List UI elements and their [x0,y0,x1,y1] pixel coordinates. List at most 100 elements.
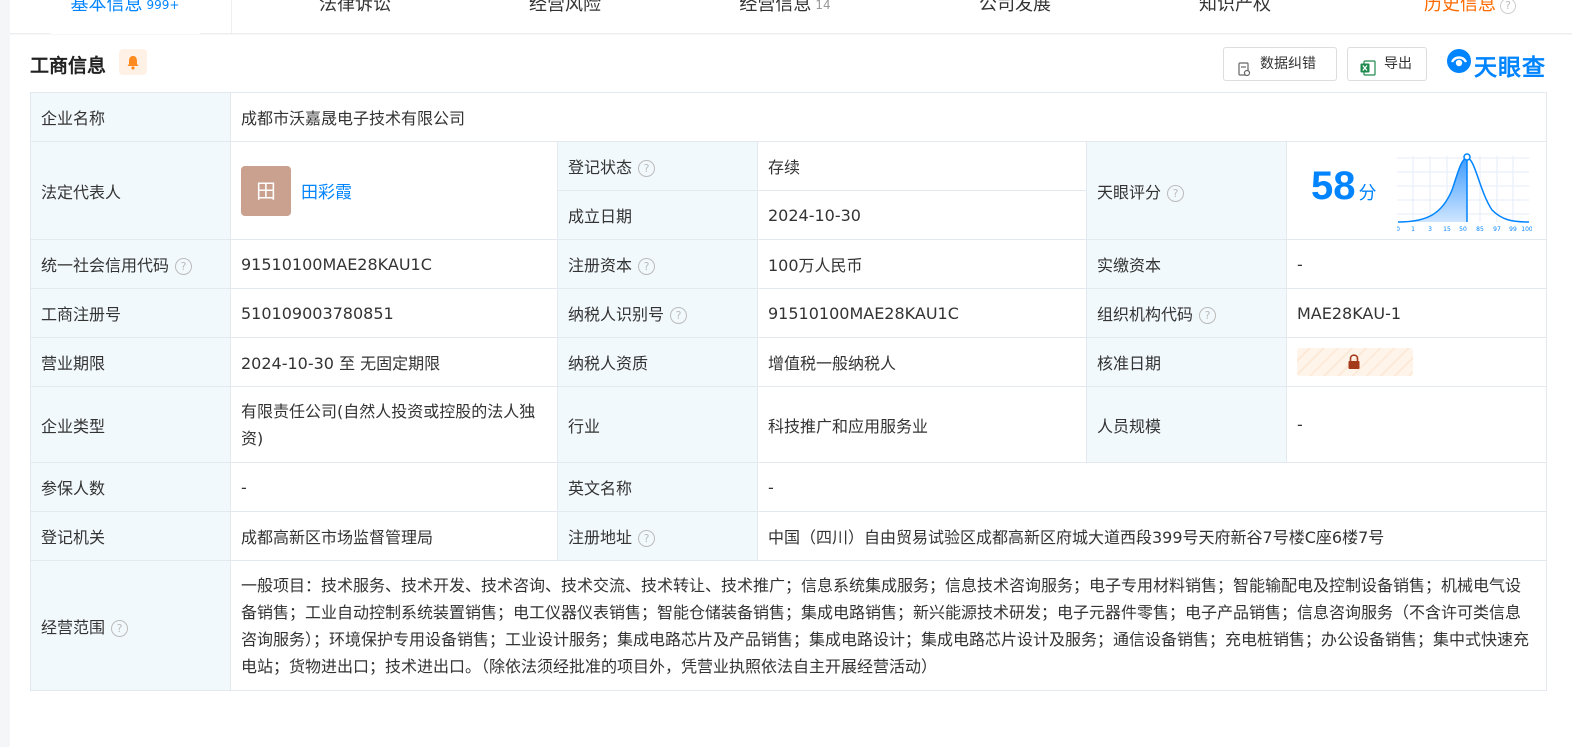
eye-logo-icon [1447,49,1471,73]
button-label: 数据纠错 [1260,56,1316,72]
reg-address-label: 注册地址? [557,511,758,561]
locked-value[interactable] [1297,348,1413,376]
business-info-table: 企业名称 成都市沃嘉晟电子技术有限公司 法定代表人 田田彩霞 登记状态? 存续 … [30,92,1548,691]
industry-label: 行业 [557,386,758,463]
table-row: 法定代表人 田田彩霞 登记状态? 存续 天眼评分? 58 分 0 1 3 15 … [30,141,1548,240]
tab-history[interactable]: 历史信息? [1380,0,1560,34]
approve-date-cell [1285,337,1548,387]
score-distribution-curve: 0 1 3 15 50 85 97 99 100 [1397,153,1532,233]
company-name: 成都市沃嘉晟电子技术有限公司 [229,92,1548,142]
table-row: 登记机关 成都高新区市场监督管理局 注册地址? 中国（四川）自由贸易试验区成都高… [30,511,1548,561]
table-row: 统一社会信用代码? 91510100MAE28KAU1C 注册资本? 100万人… [30,239,1548,289]
help-icon[interactable]: ? [638,160,656,177]
reg-status-label: 登记状态? [557,141,758,191]
score-tick: 100 [1521,226,1532,233]
tab-count: 999+ [146,0,180,12]
table-row: 企业名称 成都市沃嘉晟电子技术有限公司 [30,92,1548,142]
document-edit-icon [1238,57,1251,89]
company-name-label: 企业名称 [30,92,231,142]
tab-count: 14 [815,0,831,12]
tab-basic-info[interactable]: 基本信息 999+ [50,0,200,34]
score-tick: 1 [1411,226,1415,233]
business-scope-label: 经营范围? [30,560,231,691]
credit-code-value: 91510100MAE28KAU1C [230,239,558,289]
bell-icon[interactable] [119,49,147,75]
label-text: 经营范围 [41,617,106,637]
business-term-value: 2024-10-30 至 无固定期限 [230,337,558,387]
credit-code-label: 统一社会信用代码? [30,239,231,289]
english-name-label: 英文名称 [557,462,758,512]
reg-status-value: 存续 [757,141,1087,191]
approve-date-label: 核准日期 [1086,337,1287,387]
help-icon[interactable]: ? [111,619,129,637]
help-icon[interactable]: ? [638,530,656,547]
score-tick: 15 [1443,226,1451,233]
label-text: 注册资本 [568,256,633,275]
label-text: 纳税人识别号 [568,305,665,324]
tab-operation[interactable]: 经营信息 14 [710,0,860,34]
help-icon[interactable]: ? [1167,184,1185,202]
export-button[interactable]: 导出 [1347,47,1427,81]
help-icon[interactable]: ? [670,307,688,324]
legal-rep-link[interactable]: 田彩霞 [301,178,352,203]
tab-label: 历史信息 [1424,0,1496,15]
tab-divider [231,0,232,34]
table-row: 企业类型 有限责任公司(自然人投资或控股的法人独资) 行业 科技推广和应用服务业… [30,386,1548,463]
section-title: 工商信息 [30,55,107,77]
tab-risk[interactable]: 经营风险 [490,0,640,34]
table-row: 工商注册号 510109003780851 纳税人识别号? 91510100MA… [30,288,1548,338]
tab-legal[interactable]: 法律诉讼 [280,0,430,34]
paid-capital-value: - [1285,239,1548,289]
score-tick: 3 [1428,226,1432,233]
company-type-value: 有限责任公司(自然人投资或控股的法人独资) [230,386,558,463]
tianyan-score-label: 天眼评分? [1086,141,1287,240]
score-number: 58 [1311,164,1356,208]
tab-ip[interactable]: 知识产权 [1160,0,1310,34]
score-value: 58 分 [1311,164,1377,209]
reg-capital-value: 100万人民币 [757,239,1087,289]
taxpayer-id-label: 纳税人识别号? [557,288,758,338]
staff-size-label: 人员规模 [1086,386,1287,463]
help-icon[interactable]: ? [1199,307,1217,324]
table-row: 经营范围? 一般项目：技术服务、技术开发、技术咨询、技术交流、技术转让、技术推广… [30,560,1548,691]
help-icon[interactable]: ? [638,258,656,275]
button-label: 导出 [1384,56,1412,72]
score-tick: 50 [1459,226,1467,233]
business-info-panel: 工商信息 数据纠错 导出 天眼查 企业名称 成都市沃嘉晟电子技术有限公司 法定代… [10,35,1572,747]
reg-authority-label: 登记机关 [30,511,231,561]
avatar[interactable]: 田 [241,165,291,216]
tab-label: 基本信息 [70,0,143,15]
label-text: 天眼评分 [1097,182,1162,202]
score-tick: 97 [1493,226,1501,233]
insured-count-label: 参保人数 [30,462,231,512]
tianyancha-logo: 天眼查 [1446,48,1545,81]
legal-rep-cell: 田田彩霞 [230,141,558,240]
excel-icon [1360,56,1376,88]
tab-bar: 基本信息 999+ 法律诉讼 经营风险 经营信息 14 公司发展 知识产权 历史信息… [10,0,1572,34]
score-unit: 分 [1358,183,1377,203]
score-tick: 99 [1509,226,1517,233]
business-term-label: 营业期限 [30,337,231,387]
tab-label: 经营风险 [529,0,601,15]
label-text: 注册地址 [568,528,633,547]
score-tick: 0 [1397,226,1400,233]
data-correction-button[interactable]: 数据纠错 [1223,47,1337,81]
tab-label: 公司发展 [979,0,1051,15]
org-code-value: MAE28KAU-1 [1285,288,1548,338]
reg-number-label: 工商注册号 [30,288,231,338]
score-tick: 85 [1476,226,1484,233]
business-scope-value: 一般项目：技术服务、技术开发、技术咨询、技术交流、技术转让、技术推广；信息系统集… [229,560,1548,691]
label-text: 登记状态 [568,158,633,177]
label-text: 统一社会信用代码 [41,256,170,275]
found-date-value: 2024-10-30 [757,190,1087,240]
help-icon[interactable]: ? [175,258,193,275]
table-row: 营业期限 2024-10-30 至 无固定期限 纳税人资质 增值税一般纳税人 核… [30,337,1548,387]
table-row: 参保人数 - 英文名称 - [30,462,1548,512]
lock-icon [1348,354,1360,369]
taxpayer-id-value: 91510100MAE28KAU1C [757,288,1087,338]
legal-rep-label: 法定代表人 [30,141,231,240]
tab-development[interactable]: 公司发展 [940,0,1090,34]
industry-value: 科技推广和应用服务业 [757,386,1087,463]
reg-capital-label: 注册资本? [557,239,758,289]
tianyan-score-cell[interactable]: 58 分 0 1 3 15 50 85 97 99 100 [1285,141,1548,240]
